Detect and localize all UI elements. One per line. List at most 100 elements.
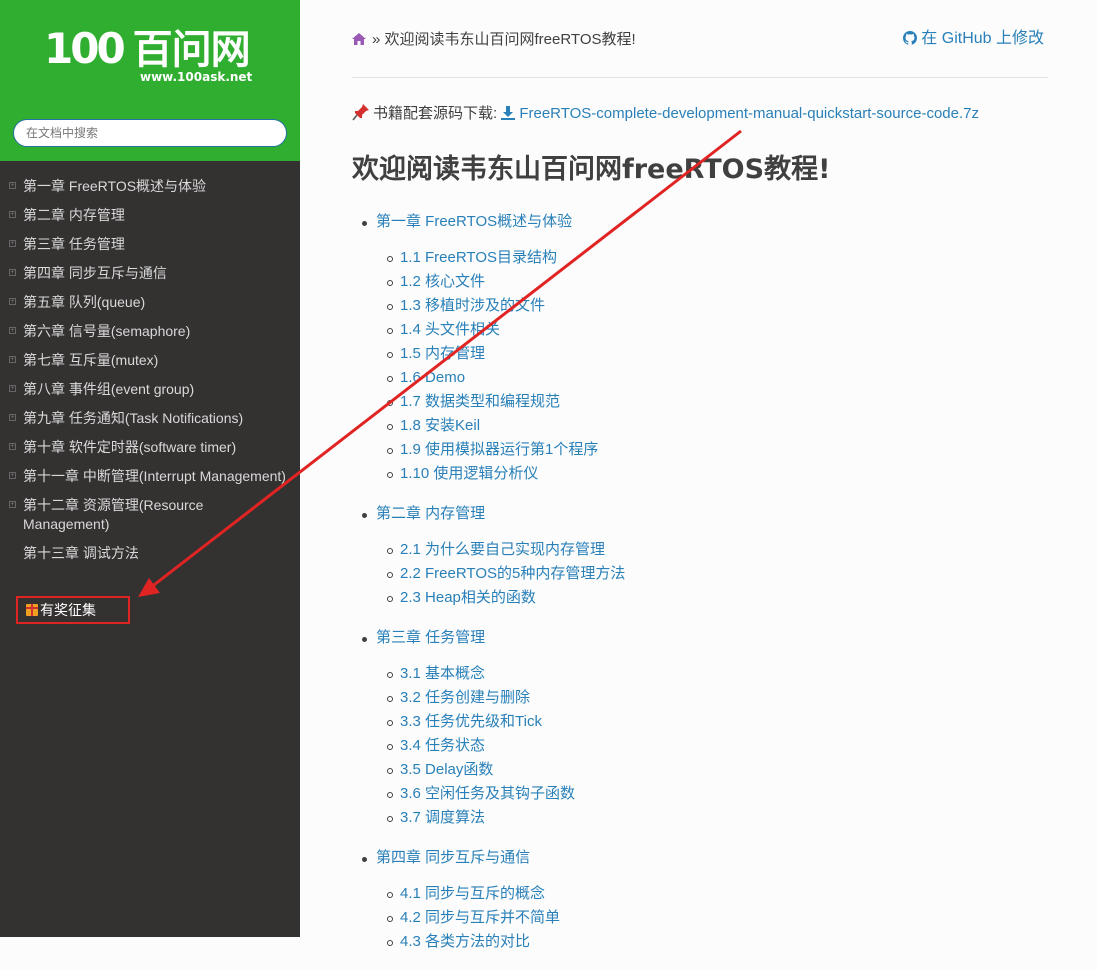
home-icon[interactable] bbox=[352, 33, 366, 45]
toc-section-link[interactable]: 3.4 任务状态 bbox=[400, 737, 485, 754]
sidebar-item[interactable]: + 第三章 任务管理 bbox=[0, 230, 300, 259]
expand-toggle-icon[interactable]: + bbox=[9, 298, 16, 305]
toc-section-link[interactable]: 1.8 安装Keil bbox=[400, 417, 480, 434]
gift-icon bbox=[26, 604, 38, 616]
toc-section-link[interactable]: 3.5 Delay函数 bbox=[400, 761, 493, 778]
toc-section-link[interactable]: 1.9 使用模拟器运行第1个程序 bbox=[400, 441, 598, 458]
expand-toggle-icon[interactable]: + bbox=[9, 240, 16, 247]
expand-toggle-icon[interactable]: + bbox=[9, 211, 16, 218]
toc-section-link[interactable]: 1.6 Demo bbox=[400, 369, 465, 386]
toc-section-link[interactable]: 3.3 任务优先级和Tick bbox=[400, 713, 542, 730]
toc-chapter-link[interactable]: 第二章 内存管理 bbox=[376, 502, 1048, 526]
sidebar-item[interactable]: + 第五章 队列(queue) bbox=[0, 288, 300, 317]
expand-toggle-icon[interactable]: + bbox=[9, 472, 16, 479]
sidebar-item-label: 第八章 事件组(event group) bbox=[23, 381, 195, 397]
toc-section-list: 4.1 同步与互斥的概念 4.2 同步与互斥并不简单 4.3 各类方法的对比 bbox=[376, 870, 1048, 964]
expand-toggle-icon[interactable]: + bbox=[9, 327, 16, 334]
download-icon bbox=[501, 106, 516, 120]
toc-section: 1.1 FreeRTOS目录结构 bbox=[387, 246, 1048, 270]
pushpin-icon bbox=[352, 104, 369, 121]
expand-toggle-icon[interactable]: + bbox=[9, 414, 16, 421]
logo-number: 100 bbox=[44, 24, 126, 73]
sidebar-item-prize-collection[interactable]: 有奖征集 bbox=[16, 596, 130, 624]
table-of-contents: 第一章 FreeRTOS概述与体验 1.1 FreeRTOS目录结构 1.2 核心文… bbox=[352, 210, 1048, 970]
divider bbox=[352, 77, 1048, 78]
toc-section-link[interactable]: 1.10 使用逻辑分析仪 bbox=[400, 465, 538, 482]
sidebar-item[interactable]: + 第八章 事件组(event group) bbox=[0, 375, 300, 404]
sidebar-item[interactable]: + 第六章 信号量(semaphore) bbox=[0, 317, 300, 346]
toc-section-link[interactable]: 1.5 内存管理 bbox=[400, 345, 485, 362]
sidebar-item[interactable]: + 第四章 同步互斥与通信 bbox=[0, 259, 300, 288]
download-link-label: FreeRTOS-complete-development-manual-qui… bbox=[519, 105, 979, 122]
logo-text: 100 百问网 bbox=[44, 24, 251, 75]
page-title: 欢迎阅读韦东山百问网freeRTOS教程! bbox=[352, 154, 831, 185]
toc-section-link[interactable]: 4.3 各类方法的对比 bbox=[400, 933, 530, 950]
expand-toggle-icon[interactable]: + bbox=[9, 501, 16, 508]
sidebar-item-label: 第十三章 调试方法 bbox=[23, 545, 139, 561]
toc-section-link[interactable]: 3.2 任务创建与删除 bbox=[400, 689, 530, 706]
sidebar-item[interactable]: + 第十一章 中断管理(Interrupt Management) bbox=[0, 462, 300, 491]
toc-section-link[interactable]: 1.2 核心文件 bbox=[400, 273, 485, 290]
sidebar-item[interactable]: 第十三章 调试方法 bbox=[0, 539, 300, 568]
toc-section-link[interactable]: 1.3 移植时涉及的文件 bbox=[400, 297, 545, 314]
toc-section: 1.8 安装Keil bbox=[387, 414, 1048, 438]
expand-toggle-icon[interactable]: + bbox=[9, 385, 16, 392]
toc-chapter: 第三章 任务管理 3.1 基本概念 3.2 任务创建与删除 3.3 任务优先级和Tic… bbox=[352, 626, 1048, 840]
sidebar-item[interactable]: + 第十章 软件定时器(software timer) bbox=[0, 433, 300, 462]
toc-section-link[interactable]: 3.1 基本概念 bbox=[400, 665, 485, 682]
sidebar-item-label: 第十二章 资源管理(Resource Management) bbox=[23, 497, 204, 532]
toc-chapter: 第二章 内存管理 2.1 为什么要自己实现内存管理 2.2 FreeRTOS的5种内… bbox=[352, 502, 1048, 620]
sidebar-item-label: 第九章 任务通知(Task Notifications) bbox=[23, 410, 244, 426]
search-input[interactable] bbox=[13, 119, 287, 147]
toc-chapter-link[interactable]: 第三章 任务管理 bbox=[376, 626, 1048, 650]
toc-section: 3.7 调度算法 bbox=[387, 806, 1048, 830]
edit-on-github-link[interactable]: 在 GitHub 上修改 bbox=[903, 29, 1044, 49]
sidebar-item[interactable]: + 第一章 FreeRTOS概述与体验 bbox=[0, 172, 300, 201]
toc-section-list: 3.1 基本概念 3.2 任务创建与删除 3.3 任务优先级和Tick 3.4 任务状… bbox=[376, 650, 1048, 840]
expand-toggle-icon[interactable]: + bbox=[9, 443, 16, 450]
breadcrumb-current: 欢迎阅读韦东山百问网freeRTOS教程! bbox=[384, 31, 636, 48]
toc-section-link[interactable]: 1.4 头文件相关 bbox=[400, 321, 500, 338]
toc-chapter: 第一章 FreeRTOS概述与体验 1.1 FreeRTOS目录结构 1.2 核心文… bbox=[352, 210, 1048, 496]
sidebar-item[interactable]: + 第二章 内存管理 bbox=[0, 201, 300, 230]
toc-chapter-link[interactable]: 第一章 FreeRTOS概述与体验 bbox=[376, 210, 1048, 234]
toc-section: 1.9 使用模拟器运行第1个程序 bbox=[387, 438, 1048, 462]
toc-section-link[interactable]: 3.6 空闲任务及其钩子函数 bbox=[400, 785, 575, 802]
toc-section: 3.5 Delay函数 bbox=[387, 758, 1048, 782]
download-link[interactable]: FreeRTOS-complete-development-manual-qui… bbox=[501, 105, 979, 122]
sidebar-item-label: 第六章 信号量(semaphore) bbox=[23, 323, 191, 339]
toc-section-link[interactable]: 4.2 同步与互斥并不简单 bbox=[400, 909, 560, 926]
expand-toggle-icon[interactable]: + bbox=[9, 182, 16, 189]
github-link-label: 在 GitHub 上修改 bbox=[921, 30, 1044, 47]
toc-section: 1.10 使用逻辑分析仪 bbox=[387, 462, 1048, 486]
toc-section: 4.1 同步与互斥的概念 bbox=[387, 882, 1048, 906]
toc-section-list: 1.1 FreeRTOS目录结构 1.2 核心文件 1.3 移植时涉及的文件 1.4 … bbox=[376, 234, 1048, 496]
toc-section-link[interactable]: 3.7 调度算法 bbox=[400, 809, 485, 826]
toc-section: 1.7 数据类型和编程规范 bbox=[387, 390, 1048, 414]
toc-section: 3.2 任务创建与删除 bbox=[387, 686, 1048, 710]
toc-section: 4.3 各类方法的对比 bbox=[387, 930, 1048, 954]
toc-section-link[interactable]: 2.2 FreeRTOS的5种内存管理方法 bbox=[400, 565, 625, 582]
toc-section-link[interactable]: 4.1 同步与互斥的概念 bbox=[400, 885, 545, 902]
sidebar-item[interactable]: + 第十二章 资源管理(Resource Management) bbox=[0, 491, 300, 539]
toc-section: 2.3 Heap相关的函数 bbox=[387, 586, 1048, 610]
expand-toggle-icon[interactable]: + bbox=[9, 356, 16, 363]
toc-section: 3.6 空闲任务及其钩子函数 bbox=[387, 782, 1048, 806]
sidebar-item-label: 第十章 软件定时器(software timer) bbox=[23, 439, 237, 455]
logo[interactable]: 100 百问网 www.100ask.net bbox=[44, 24, 259, 86]
toc-chapter-link[interactable]: 第四章 同步互斥与通信 bbox=[376, 846, 1048, 870]
breadcrumb-separator: » bbox=[372, 31, 381, 48]
toc-section: 3.1 基本概念 bbox=[387, 662, 1048, 686]
logo-chinese: 百问网 bbox=[132, 27, 251, 73]
toc-section-link[interactable]: 1.7 数据类型和编程规范 bbox=[400, 393, 560, 410]
sidebar-item[interactable]: + 第九章 任务通知(Task Notifications) bbox=[0, 404, 300, 433]
toc-section-link[interactable]: 2.1 为什么要自己实现内存管理 bbox=[400, 541, 605, 558]
expand-toggle-icon[interactable]: + bbox=[9, 269, 16, 276]
toc-section: 1.3 移植时涉及的文件 bbox=[387, 294, 1048, 318]
toc-section-link[interactable]: 2.3 Heap相关的函数 bbox=[400, 589, 536, 606]
toc-chapter: 第四章 同步互斥与通信 4.1 同步与互斥的概念 4.2 同步与互斥并不简单 4.3 … bbox=[352, 846, 1048, 964]
download-label: 书籍配套源码下载: bbox=[373, 105, 498, 122]
toc-section-list: 2.1 为什么要自己实现内存管理 2.2 FreeRTOS的5种内存管理方法 2.3… bbox=[376, 526, 1048, 620]
sidebar-item[interactable]: + 第七章 互斥量(mutex) bbox=[0, 346, 300, 375]
toc-section-link[interactable]: 1.1 FreeRTOS目录结构 bbox=[400, 249, 557, 266]
